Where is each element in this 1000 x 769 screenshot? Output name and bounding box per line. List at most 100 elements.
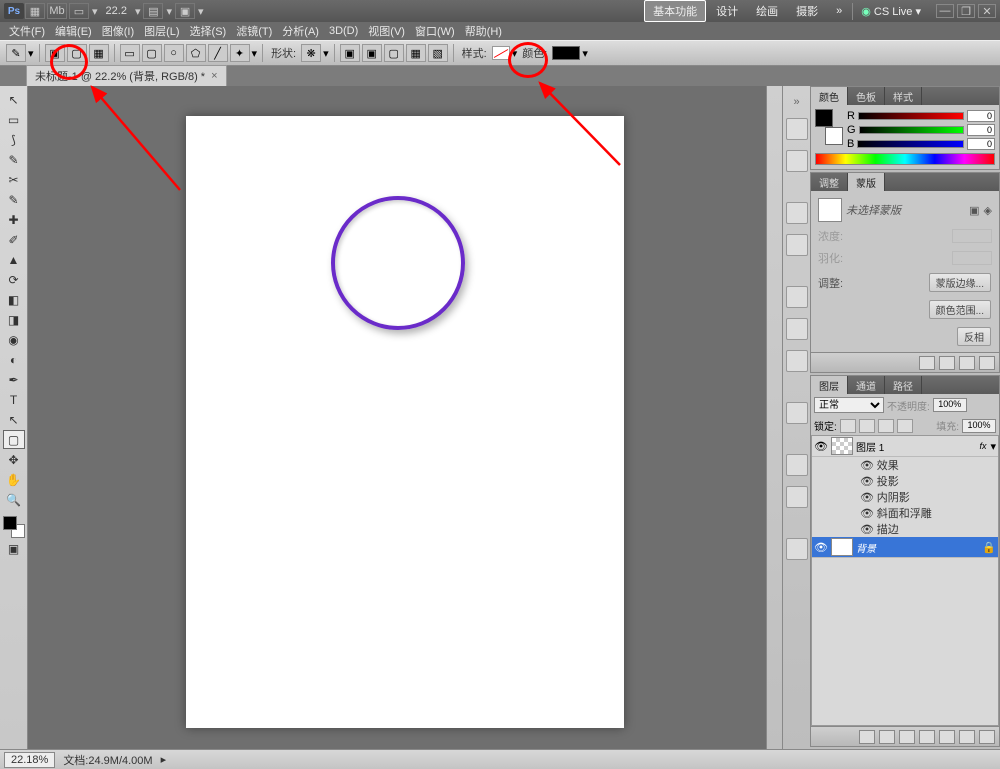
fx-bevel[interactable]: 👁 斜面和浮雕 <box>812 505 998 521</box>
color-fg-bg-swatch[interactable] <box>815 109 843 145</box>
style-none-icon[interactable] <box>492 46 510 60</box>
circle-shape[interactable] <box>331 196 465 330</box>
lasso-tool[interactable]: ⟆ <box>3 130 25 149</box>
eyedropper-tool[interactable]: ✎ <box>3 190 25 209</box>
chevron-down-icon[interactable]: ▾ <box>252 47 258 60</box>
menu-layer[interactable]: 图层(L) <box>139 23 184 39</box>
chevron-down-icon[interactable]: ▾ <box>198 5 204 18</box>
fill-pixels-icon[interactable]: ▦ <box>89 44 109 62</box>
pen-tool[interactable]: ✒ <box>3 370 25 389</box>
view-extras-icon[interactable]: ▭ <box>69 3 89 19</box>
brush-tool[interactable]: ✐ <box>3 230 25 249</box>
ellipse-shape-icon[interactable]: ○ <box>164 44 184 62</box>
clone-panel-icon[interactable] <box>786 234 808 256</box>
layer-name[interactable]: 背景 <box>856 540 982 555</box>
workspace-painting[interactable]: 绘画 <box>748 1 786 21</box>
mask-foot-icon[interactable] <box>959 356 975 370</box>
tab-adjustments[interactable]: 调整 <box>811 173 848 191</box>
combine-new-icon[interactable]: ▣ <box>340 44 360 62</box>
chevron-down-icon[interactable]: ▾ <box>92 5 98 18</box>
group-icon[interactable] <box>939 730 955 744</box>
opacity-value[interactable]: 100% <box>933 398 967 412</box>
blend-mode-select[interactable]: 正常 <box>814 397 884 413</box>
pixel-mask-icon[interactable]: ▣ <box>969 204 979 217</box>
lock-position-icon[interactable] <box>878 419 894 433</box>
menu-analysis[interactable]: 分析(A) <box>277 23 324 39</box>
menu-3d[interactable]: 3D(D) <box>324 25 363 37</box>
para-panel-icon[interactable] <box>786 318 808 340</box>
arrange-docs-icon[interactable]: ▤ <box>143 3 163 19</box>
color-swatch[interactable] <box>552 46 580 60</box>
shape-tool[interactable]: ▢ <box>3 430 25 449</box>
screen-mode-icon[interactable]: ▣ <box>175 3 195 19</box>
visibility-icon[interactable]: 👁 <box>814 541 828 554</box>
workspace-essentials[interactable]: 基本功能 <box>644 0 706 22</box>
chevron-down-icon[interactable]: ▾ <box>512 47 518 60</box>
tab-channels[interactable]: 通道 <box>848 376 885 394</box>
layer-fx-icon[interactable] <box>879 730 895 744</box>
layer-row[interactable]: 👁 图层 1 fx ▾ <box>812 436 998 457</box>
restore-icon[interactable]: ❐ <box>957 4 975 18</box>
type-tool[interactable]: T <box>3 390 25 409</box>
quickmask-icon[interactable]: ▣ <box>3 539 25 558</box>
trash-icon[interactable] <box>979 356 995 370</box>
chevron-right-icon[interactable]: ▸ <box>161 753 167 766</box>
menu-file[interactable]: 文件(F) <box>4 23 50 39</box>
styles-panel-icon[interactable] <box>786 538 808 560</box>
layer-thumb[interactable] <box>831 437 853 455</box>
combine-exclude-icon[interactable]: ▧ <box>428 44 448 62</box>
healing-tool[interactable]: ✚ <box>3 210 25 229</box>
r-slider[interactable] <box>858 112 964 120</box>
eraser-tool[interactable]: ◧ <box>3 290 25 309</box>
trash-icon[interactable] <box>979 730 995 744</box>
gradient-tool[interactable]: ◨ <box>3 310 25 329</box>
fx-stroke[interactable]: 👁 描边 <box>812 521 998 537</box>
lock-image-icon[interactable] <box>859 419 875 433</box>
menu-edit[interactable]: 编辑(E) <box>50 23 97 39</box>
invert-button[interactable]: 反相 <box>957 327 991 346</box>
info-panel-icon[interactable] <box>786 454 808 476</box>
3d-tool[interactable]: ✥ <box>3 450 25 469</box>
minimize-icon[interactable]: ― <box>936 4 954 18</box>
bridge-icon[interactable]: ▦ <box>25 3 45 19</box>
zoom-level[interactable]: 22.2 <box>106 5 127 17</box>
chevron-down-icon[interactable]: ▾ <box>135 5 141 18</box>
r-input[interactable] <box>967 110 995 122</box>
fx-badge[interactable]: fx <box>979 441 986 451</box>
actions-panel-icon[interactable] <box>786 150 808 172</box>
rect-shape-icon[interactable]: ▭ <box>120 44 140 62</box>
combine-subtract-icon[interactable]: ▢ <box>384 44 404 62</box>
stamp-tool[interactable]: ▲ <box>3 250 25 269</box>
new-layer-icon[interactable] <box>959 730 975 744</box>
line-shape-icon[interactable]: ╱ <box>208 44 228 62</box>
close-icon[interactable]: ✕ <box>978 4 996 18</box>
marquee-tool[interactable]: ▭ <box>3 110 25 129</box>
b-input[interactable] <box>967 138 995 150</box>
lock-all-icon[interactable] <box>897 419 913 433</box>
paths-icon[interactable]: ▢ <box>67 44 87 62</box>
nav-panel-icon[interactable] <box>786 350 808 372</box>
dodge-tool[interactable]: ◐ <box>3 350 25 369</box>
document-canvas[interactable] <box>186 116 624 728</box>
adj-layer-icon[interactable] <box>919 730 935 744</box>
history-brush-tool[interactable]: ⟳ <box>3 270 25 289</box>
polygon-shape-icon[interactable]: ⬠ <box>186 44 206 62</box>
menu-window[interactable]: 窗口(W) <box>410 23 460 39</box>
hand-tool[interactable]: ✋ <box>3 470 25 489</box>
expand-dock-icon[interactable]: » <box>793 96 799 108</box>
g-input[interactable] <box>967 124 995 136</box>
visibility-icon[interactable]: 👁 <box>814 440 828 453</box>
color-spectrum[interactable] <box>815 153 995 165</box>
tab-masks[interactable]: 蒙版 <box>848 173 885 191</box>
combine-intersect-icon[interactable]: ▦ <box>406 44 426 62</box>
chevron-down-icon[interactable]: ▾ <box>582 47 588 60</box>
layer-name[interactable]: 图层 1 <box>856 439 979 454</box>
status-doc-info[interactable]: 文档:24.9M/4.00M <box>63 752 152 768</box>
fill-value[interactable]: 100% <box>962 419 996 433</box>
workspace-more[interactable]: » <box>828 3 850 19</box>
brush-panel-icon[interactable] <box>786 202 808 224</box>
color-range-button[interactable]: 颜色范围... <box>929 300 991 319</box>
status-zoom[interactable]: 22.18% <box>4 752 55 768</box>
quick-select-tool[interactable]: ✎ <box>3 150 25 169</box>
vector-mask-icon[interactable]: ◈ <box>984 204 992 217</box>
